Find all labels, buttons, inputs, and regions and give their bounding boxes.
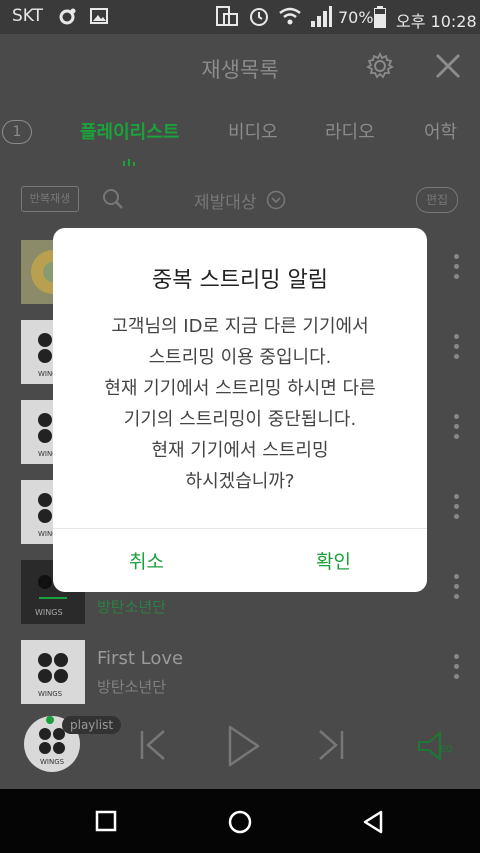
previous-icon[interactable] (138, 728, 168, 762)
playlist-tag[interactable]: playlist (62, 716, 122, 734)
close-icon[interactable] (434, 52, 462, 80)
notification-icon (58, 8, 76, 26)
dialog-message-line: 하시겠습니까? (185, 471, 295, 492)
dialog-message-line: 고객님의 ID로 지금 다른 기기에서 (111, 316, 369, 337)
carrier-label: SKT (12, 6, 44, 26)
more-options-icon[interactable] (454, 334, 460, 370)
search-icon[interactable] (102, 188, 124, 210)
dialog-title: 중복 스트리밍 알림 (152, 268, 328, 293)
svg-text:EQ: EQ (440, 745, 453, 755)
repeat-play-button[interactable]: 반복재생 (21, 186, 79, 212)
battery-icon (374, 6, 386, 28)
eq-settings-icon[interactable]: EQ (416, 730, 456, 762)
song-artist: 방탄소년단 (97, 598, 167, 616)
more-options-icon[interactable] (454, 654, 460, 690)
chevron-down-icon[interactable] (266, 190, 286, 210)
tab-radio[interactable]: 라디오 (325, 118, 375, 144)
album-label: WINGS (35, 608, 63, 617)
mini-player: WINGS playlist EQ (0, 704, 480, 789)
signal-icon (310, 6, 332, 28)
play-icon[interactable] (226, 724, 262, 768)
tab-playlist[interactable]: 플레이리스트 (80, 118, 179, 144)
album-label: WINGS (38, 690, 63, 698)
list-toolbar: 반복재생 제발대상 편집 (0, 166, 480, 232)
more-options-icon[interactable] (454, 254, 460, 290)
next-icon[interactable] (316, 728, 346, 762)
dialog-message-line: 현재 기기에서 스트리밍 (151, 440, 329, 461)
home-icon[interactable] (227, 809, 253, 835)
album-art: WINGS (21, 640, 85, 704)
more-options-icon[interactable] (454, 574, 460, 610)
more-options-icon[interactable] (454, 414, 460, 450)
tab-bar: 1 플레이리스트 비디오 라디오 어학 (0, 100, 480, 167)
wifi-icon (278, 6, 302, 26)
tab-language[interactable]: 어학 (424, 118, 457, 144)
header: 재생목록 (0, 34, 480, 100)
dialog-message-line: 현재 기기에서 스트리밍 하시면 다른 (104, 378, 376, 399)
duplicate-streaming-dialog: 중복 스트리밍 알림 고객님의 ID로 지금 다른 기기에서 스트리밍 이용 중… (53, 228, 427, 592)
clock: 오후 10:28 (396, 12, 477, 31)
playing-dot (46, 716, 54, 724)
song-artist: 방탄소년단 (97, 678, 167, 696)
gallery-icon (90, 8, 108, 24)
cancel-button[interactable]: 취소 (53, 528, 240, 592)
gear-icon[interactable] (366, 51, 394, 80)
screen-mirror-icon (216, 6, 238, 26)
tab-video[interactable]: 비디오 (228, 118, 278, 144)
system-nav-bar (0, 789, 480, 853)
equalizer-icon (122, 152, 138, 167)
back-icon[interactable] (361, 809, 385, 835)
song-title: First Love (97, 648, 184, 669)
alarm-icon (248, 5, 270, 27)
status-bar: SKT 70% 오후 10:28 (0, 0, 480, 34)
confirm-button[interactable]: 확인 (240, 528, 427, 592)
playlist-count-badge: 1 (2, 120, 32, 144)
more-options-icon[interactable] (454, 494, 460, 530)
list-item[interactable]: WINGS First Love 방탄소년단 (0, 632, 480, 712)
edit-button[interactable]: 편집 (416, 187, 458, 213)
recents-icon[interactable] (95, 810, 117, 832)
dialog-message-line: 스트리밍 이용 중입니다. (148, 347, 332, 368)
album-label: WINGS (40, 758, 65, 766)
dialog-message-line: 기기의 스트리밍이 중단됩니다. (123, 409, 357, 430)
page-title: 재생목록 (201, 58, 279, 82)
filter-label[interactable]: 제발대상 (194, 188, 257, 213)
battery-percent: 70% (338, 8, 374, 27)
